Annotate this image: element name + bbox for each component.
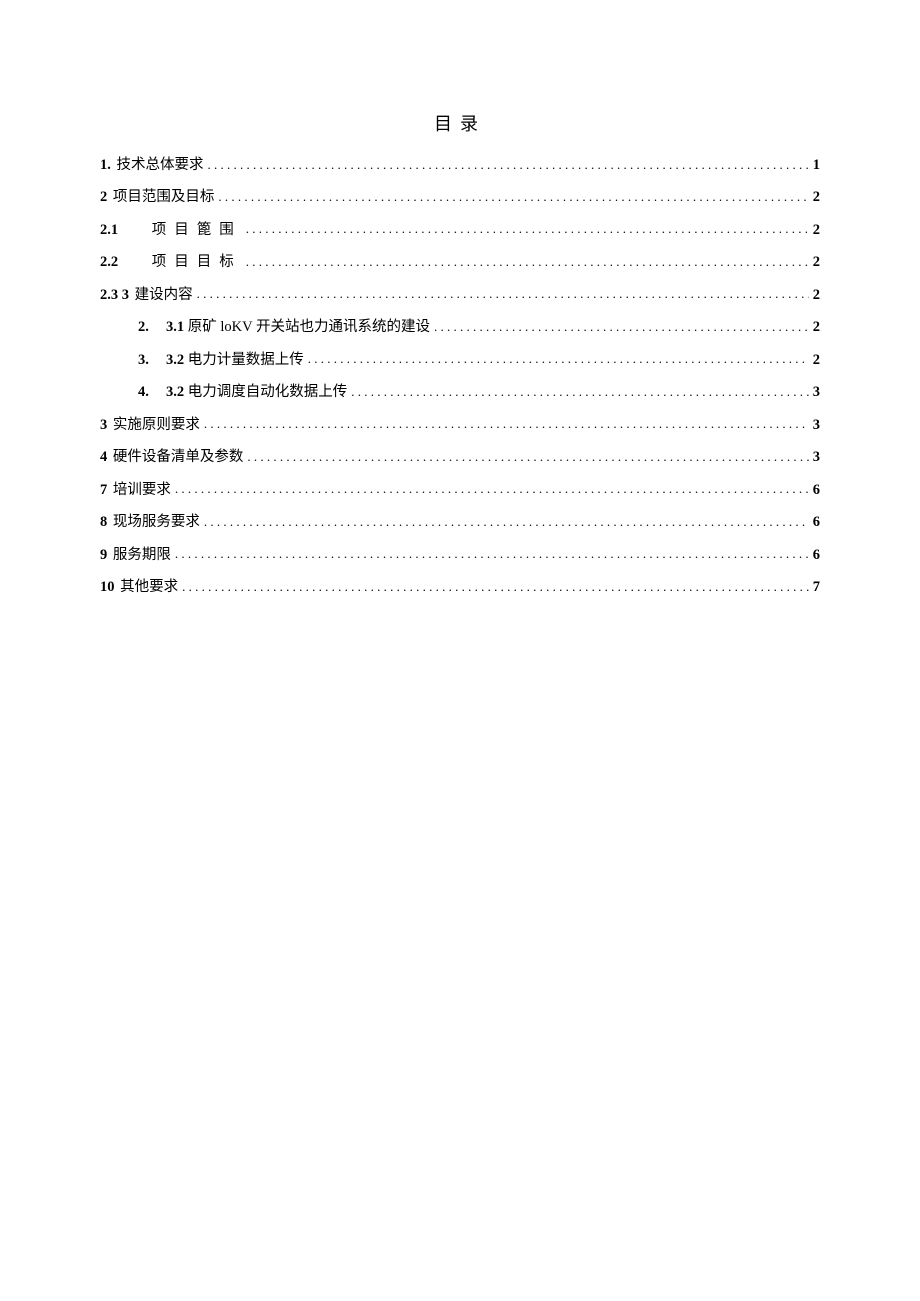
toc-label: 2.3.1 原矿 loKV 开关站也力通讯系统的建设 bbox=[138, 316, 430, 338]
toc-page-number: 2 bbox=[813, 349, 820, 371]
toc-text: 项目篦围 bbox=[140, 222, 242, 238]
toc-page-number: 3 bbox=[813, 381, 820, 403]
toc-container: 1. 技术总体要求 12 项目范围及目标 22.1 项目篦围 22.2 项目目标… bbox=[100, 154, 820, 599]
toc-number: 2 bbox=[100, 189, 107, 205]
toc-dots bbox=[175, 479, 809, 494]
toc-number: 8 bbox=[100, 514, 107, 530]
toc-number: 1. bbox=[100, 157, 111, 173]
toc-entry: 2.2 项目目标 2 bbox=[100, 251, 820, 273]
toc-number: 2.2 bbox=[100, 254, 118, 270]
toc-entry: 3 实施原则要求 3 bbox=[100, 414, 820, 436]
toc-number: 9 bbox=[100, 547, 107, 563]
toc-entry: 2.3 3 建设内容 2 bbox=[100, 284, 820, 306]
toc-entry: 4.3.2 电力调度自动化数据上传 3 bbox=[100, 381, 820, 403]
toc-text: 技术总体要求 bbox=[113, 157, 204, 173]
toc-text: 项目范围及目标 bbox=[109, 189, 214, 205]
toc-title: 目录 bbox=[100, 110, 820, 136]
toc-entry: 2.1 项目篦围 2 bbox=[100, 219, 820, 241]
toc-sub-number: 3.1 bbox=[166, 319, 188, 335]
toc-page-number: 3 bbox=[813, 446, 820, 468]
toc-label: 2.1 项目篦围 bbox=[100, 219, 242, 241]
toc-label: 2.3 3 建设内容 bbox=[100, 284, 193, 306]
toc-entry: 10 其他要求 7 bbox=[100, 576, 820, 598]
toc-page-number: 6 bbox=[813, 544, 820, 566]
toc-page-number: 2 bbox=[813, 316, 820, 338]
toc-entry: 2.3.1 原矿 loKV 开关站也力通讯系统的建设 2 bbox=[100, 316, 820, 338]
toc-dots bbox=[434, 317, 809, 332]
toc-page-number: 2 bbox=[813, 186, 820, 208]
toc-label: 8 现场服务要求 bbox=[100, 511, 200, 533]
toc-label: 2.2 项目目标 bbox=[100, 251, 242, 273]
toc-number: 3 bbox=[100, 417, 107, 433]
toc-page-number: 6 bbox=[813, 479, 820, 501]
toc-text: 现场服务要求 bbox=[109, 514, 200, 530]
toc-label: 7 培训要求 bbox=[100, 479, 171, 501]
toc-number: 10 bbox=[100, 579, 115, 595]
toc-entry: 2 项目范围及目标 2 bbox=[100, 186, 820, 208]
toc-dots bbox=[204, 414, 809, 429]
toc-dots bbox=[208, 155, 809, 170]
toc-dots bbox=[246, 219, 809, 234]
toc-page-number: 2 bbox=[813, 219, 820, 241]
toc-label: 2 项目范围及目标 bbox=[100, 186, 214, 208]
toc-dots bbox=[247, 447, 808, 462]
toc-label: 10 其他要求 bbox=[100, 576, 178, 598]
toc-label: 3.3.2 电力计量数据上传 bbox=[138, 349, 304, 371]
toc-page-number: 3 bbox=[813, 414, 820, 436]
toc-dots bbox=[351, 382, 809, 397]
toc-entry: 9 服务期限 6 bbox=[100, 544, 820, 566]
toc-entry: 8 现场服务要求 6 bbox=[100, 511, 820, 533]
toc-text: 培训要求 bbox=[109, 482, 171, 498]
toc-sub-marker: 3. bbox=[138, 349, 166, 371]
toc-sub-number: 3.2 bbox=[166, 352, 188, 368]
toc-entry: 4 硬件设备清单及参数 3 bbox=[100, 446, 820, 468]
toc-dots bbox=[308, 349, 809, 364]
toc-sub-number: 3.2 bbox=[166, 384, 188, 400]
toc-text: 项目目标 bbox=[140, 254, 242, 270]
toc-number: 4 bbox=[100, 449, 107, 465]
toc-label: 4 硬件设备清单及参数 bbox=[100, 446, 243, 468]
toc-page-number: 7 bbox=[813, 576, 820, 598]
toc-sub-marker: 4. bbox=[138, 381, 166, 403]
toc-entry: 1. 技术总体要求 1 bbox=[100, 154, 820, 176]
toc-entry: 7 培训要求 6 bbox=[100, 479, 820, 501]
toc-text: 建设内容 bbox=[131, 287, 193, 303]
toc-dots bbox=[246, 252, 809, 267]
toc-text: 服务期限 bbox=[109, 547, 171, 563]
toc-page-number: 1 bbox=[813, 154, 820, 176]
toc-page-number: 6 bbox=[813, 511, 820, 533]
toc-text: 实施原则要求 bbox=[109, 417, 200, 433]
toc-sub-text: 原矿 loKV 开关站也力通讯系统的建设 bbox=[188, 319, 430, 335]
toc-dots bbox=[182, 577, 809, 592]
toc-page-number: 2 bbox=[813, 251, 820, 273]
toc-dots bbox=[204, 512, 809, 527]
toc-label: 3 实施原则要求 bbox=[100, 414, 200, 436]
toc-page-number: 2 bbox=[813, 284, 820, 306]
toc-dots bbox=[175, 544, 809, 559]
toc-label: 9 服务期限 bbox=[100, 544, 171, 566]
toc-number: 7 bbox=[100, 482, 107, 498]
toc-number: 2.3 3 bbox=[100, 287, 129, 303]
toc-sub-text: 电力计量数据上传 bbox=[188, 352, 304, 368]
toc-text: 硬件设备清单及参数 bbox=[109, 449, 243, 465]
toc-sub-marker: 2. bbox=[138, 316, 166, 338]
toc-text: 其他要求 bbox=[117, 579, 179, 595]
toc-dots bbox=[218, 187, 808, 202]
toc-number: 2.1 bbox=[100, 222, 118, 238]
toc-sub-text: 电力调度自动化数据上传 bbox=[188, 384, 348, 400]
toc-label: 1. 技术总体要求 bbox=[100, 154, 204, 176]
toc-label: 4.3.2 电力调度自动化数据上传 bbox=[138, 381, 347, 403]
toc-dots bbox=[197, 284, 809, 299]
toc-entry: 3.3.2 电力计量数据上传 2 bbox=[100, 349, 820, 371]
